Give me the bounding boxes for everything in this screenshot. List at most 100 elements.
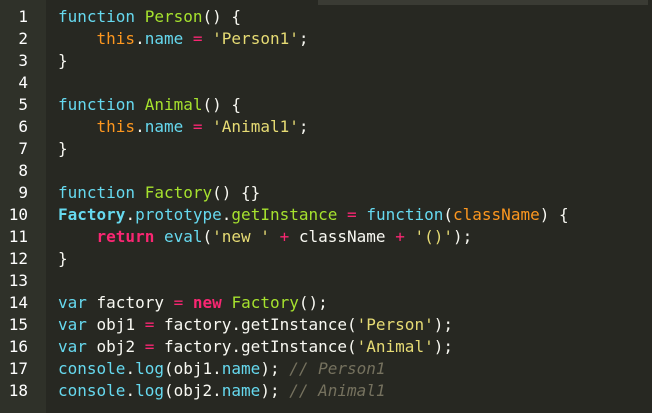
code-token: =: [192, 29, 203, 48]
code-token: =: [347, 205, 357, 224]
code-text: }: [58, 248, 68, 270]
code-line[interactable]: 3}: [0, 50, 652, 72]
code-token: factory.getInstance(: [154, 315, 357, 334]
code-token: );: [260, 381, 290, 400]
code-text: var obj2 = factory.getInstance('Animal')…: [58, 336, 453, 358]
code-line[interactable]: 8: [0, 160, 652, 182]
code-line[interactable]: 10 Factory.prototype.getInstance = functi…: [0, 204, 652, 226]
code-token: // Animal1: [289, 381, 386, 400]
code-token: function: [366, 205, 444, 224]
code-line[interactable]: 2 this.name = 'Person1';: [0, 28, 652, 50]
code-line[interactable]: 17 console.log(obj1.name); // Person1: [0, 358, 652, 380]
code-token: className: [453, 205, 540, 224]
code-token: name: [221, 359, 261, 378]
code-lines[interactable]: 1 function Person() {2 this.name = 'Perso…: [0, 6, 652, 402]
line-number: 1: [18, 7, 28, 26]
code-token: Person: [144, 7, 203, 26]
code-token: this: [96, 117, 136, 136]
line-number: 13: [8, 271, 28, 290]
code-token: function: [58, 7, 136, 26]
line-number: 7: [18, 139, 28, 158]
editor-tab-strip: [318, 0, 648, 5]
code-token: 'new ': [212, 227, 270, 246]
line-number: 9: [18, 183, 28, 202]
code-token: name: [221, 381, 261, 400]
code-token: log: [135, 359, 164, 378]
code-text: function Factory() {}: [58, 182, 260, 204]
code-token: =: [173, 293, 184, 312]
code-line[interactable]: 1 function Person() {: [0, 6, 652, 28]
code-token: .: [135, 29, 145, 48]
code-line[interactable]: 16 var obj2 = factory.getInstance('Animal…: [0, 336, 652, 358]
code-token: return: [96, 227, 155, 246]
code-token: =: [144, 337, 155, 356]
code-token: );: [433, 337, 453, 356]
code-token: eval: [163, 227, 203, 246]
code-editor[interactable]: 1 function Person() {2 this.name = 'Perso…: [0, 0, 652, 413]
code-token: );: [453, 227, 473, 246]
code-line[interactable]: 5 function Animal() {: [0, 94, 652, 116]
code-token: ;: [298, 29, 309, 48]
code-token: // Person1: [289, 359, 386, 378]
code-token: Factory: [58, 205, 126, 224]
line-number: 11: [8, 227, 28, 246]
code-token: (obj2.: [163, 381, 222, 400]
code-token: this: [96, 29, 136, 48]
code-token: () {}: [212, 183, 261, 202]
code-token: factory.getInstance(: [154, 337, 357, 356]
line-number: 4: [18, 73, 28, 92]
line-number: 14: [8, 293, 28, 312]
code-token: var: [58, 337, 87, 356]
code-token: 'Animal': [356, 337, 434, 356]
code-line[interactable]: 18 console.log(obj2.name); // Animal1: [0, 380, 652, 402]
code-token: obj2: [86, 337, 145, 356]
code-line[interactable]: 15 var obj1 = factory.getInstance('Person…: [0, 314, 652, 336]
code-token: }: [58, 249, 68, 268]
code-token: }: [58, 139, 68, 158]
code-token: 'Person': [356, 315, 434, 334]
line-number: 6: [18, 117, 28, 136]
code-line[interactable]: 9 function Factory() {}: [0, 182, 652, 204]
code-text: console.log(obj1.name); // Person1: [58, 358, 386, 380]
code-token: () {: [202, 7, 242, 26]
code-token: ) {: [539, 205, 569, 224]
code-token: +: [279, 227, 290, 246]
code-token: 'Person1': [212, 29, 299, 48]
code-line[interactable]: 6 this.name = 'Animal1';: [0, 116, 652, 138]
code-token: Animal: [144, 95, 203, 114]
code-text: }: [58, 50, 68, 72]
line-number: 17: [8, 359, 28, 378]
code-line[interactable]: 13: [0, 270, 652, 292]
code-token: new: [192, 293, 222, 312]
code-token: (: [443, 205, 454, 224]
code-token: }: [58, 51, 68, 70]
code-token: );: [260, 359, 290, 378]
code-line[interactable]: 7}: [0, 138, 652, 160]
code-token: function: [58, 95, 136, 114]
line-number: 12: [8, 249, 28, 268]
code-token: .: [125, 205, 136, 224]
code-token: getInstance: [231, 205, 338, 224]
code-line[interactable]: 11 return eval('new ' + className + '()'…: [0, 226, 652, 248]
line-number: 5: [18, 95, 28, 114]
code-token: console: [58, 381, 126, 400]
code-token: (: [202, 227, 213, 246]
code-token: .: [125, 359, 136, 378]
code-line[interactable]: 12}: [0, 248, 652, 270]
code-line[interactable]: 14 var factory = new Factory();: [0, 292, 652, 314]
code-token: =: [192, 117, 203, 136]
code-line[interactable]: 4: [0, 72, 652, 94]
line-number: 2: [18, 29, 28, 48]
code-token: log: [135, 381, 164, 400]
code-token: '()': [414, 227, 453, 246]
code-token: (obj1.: [163, 359, 222, 378]
